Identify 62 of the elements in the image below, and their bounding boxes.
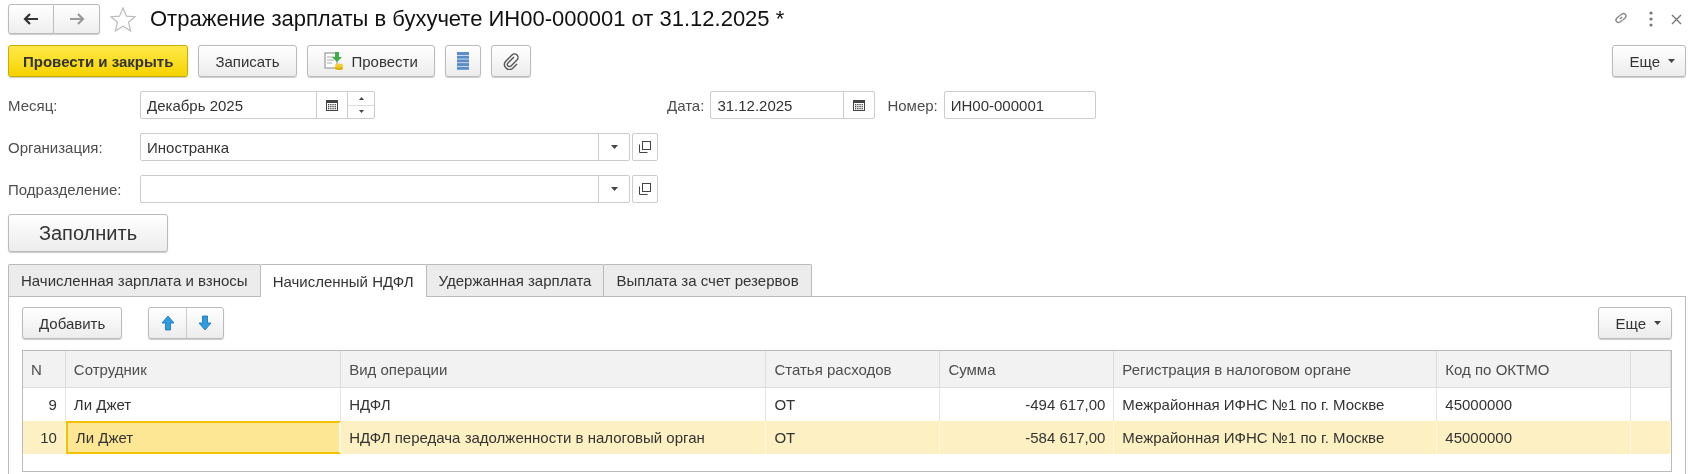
list-icon [455,51,470,71]
save-button[interactable]: Записать [198,45,297,77]
spin-down-icon [358,110,364,114]
month-field[interactable]: Декабрь 2025 [140,91,375,119]
window-title: Отражение зарплаты в бухучете ИН00-000001 от 31.12.2025 * [150,6,786,32]
post-button[interactable]: Провести [306,45,435,77]
column-header[interactable]: N [23,351,66,387]
caret-icon [1654,321,1661,325]
field-label: Номер: [887,96,938,114]
table-cell: -584 617,00 [940,421,1115,454]
table-row[interactable]: 10 Ли Джет НДФЛ передача задолженности в налоговый орган ОТ -584 617,00 Межрайонная ИФНС №1 по г. Москве 45000000 [23,421,1671,454]
column-header[interactable]: Код по ОКТМО [1437,351,1632,387]
column-header[interactable]: Вид операции [341,351,767,387]
open-button[interactable] [632,133,658,161]
paperclip-icon [501,52,520,70]
forward-arrow-icon [68,13,85,25]
down-arrow-icon [198,315,213,331]
date-field[interactable]: 31.12.2025 [710,91,876,119]
close-icon[interactable] [1671,13,1682,25]
caret-icon [1668,59,1675,63]
table-cell: НДФЛ передача задолженности в налоговый орган [341,421,767,454]
post-and-close-button[interactable]: Провести и закрыть [8,45,189,77]
field-label: Дата: [667,96,705,114]
tab[interactable]: Удержанная зарплата [425,264,605,296]
back-button[interactable] [8,4,54,34]
calendar-icon [853,99,866,111]
fill-button[interactable]: Заполнить [8,214,168,252]
document-coins-icon [323,51,344,71]
column-header[interactable]: Регистрация в налоговом органе [1114,351,1438,387]
table-cell: Ли Джет [65,421,342,454]
table-cell: ОТ [766,421,941,454]
more-button[interactable]: Еще [1612,45,1686,77]
tab[interactable]: Выплата за счет резервов [603,264,812,296]
dropdown-icon [610,187,618,191]
column-header[interactable]: Сумма [940,351,1115,387]
select-field[interactable] [140,175,630,203]
up-arrow-icon [160,315,175,331]
attach-button[interactable] [490,45,531,77]
more-options-icon[interactable] [1649,11,1653,27]
list-button[interactable] [444,45,481,77]
column-header[interactable]: Статья расходов [766,351,941,387]
number-field[interactable]: ИН00-000001 [943,91,1096,119]
field-label: Месяц: [8,96,59,114]
spin-up-icon [358,96,364,100]
column-header[interactable]: Сотрудник [65,351,342,387]
field-label: Подразделение: [8,180,123,198]
open-button[interactable] [632,175,658,203]
calendar-icon [326,99,338,111]
more-button[interactable]: Еще [1598,307,1672,339]
open-icon [639,141,651,153]
add-button[interactable]: Добавить [22,307,123,339]
table-cell: 45000000 [1437,421,1632,454]
open-icon [639,183,651,195]
dropdown-icon [610,145,618,149]
select-field[interactable]: Иностранка [140,133,630,161]
back-arrow-icon [23,13,39,25]
table-cell: 10 [23,421,66,454]
star-icon[interactable] [110,6,136,32]
field-label: Организация: [8,138,104,156]
tab[interactable]: Начисленный НДФЛ [259,264,427,297]
table-cell: Межрайонная ИФНС №1 по г. Москве [1114,421,1438,454]
tab[interactable]: Начисленная зарплата и взносы [8,264,261,296]
